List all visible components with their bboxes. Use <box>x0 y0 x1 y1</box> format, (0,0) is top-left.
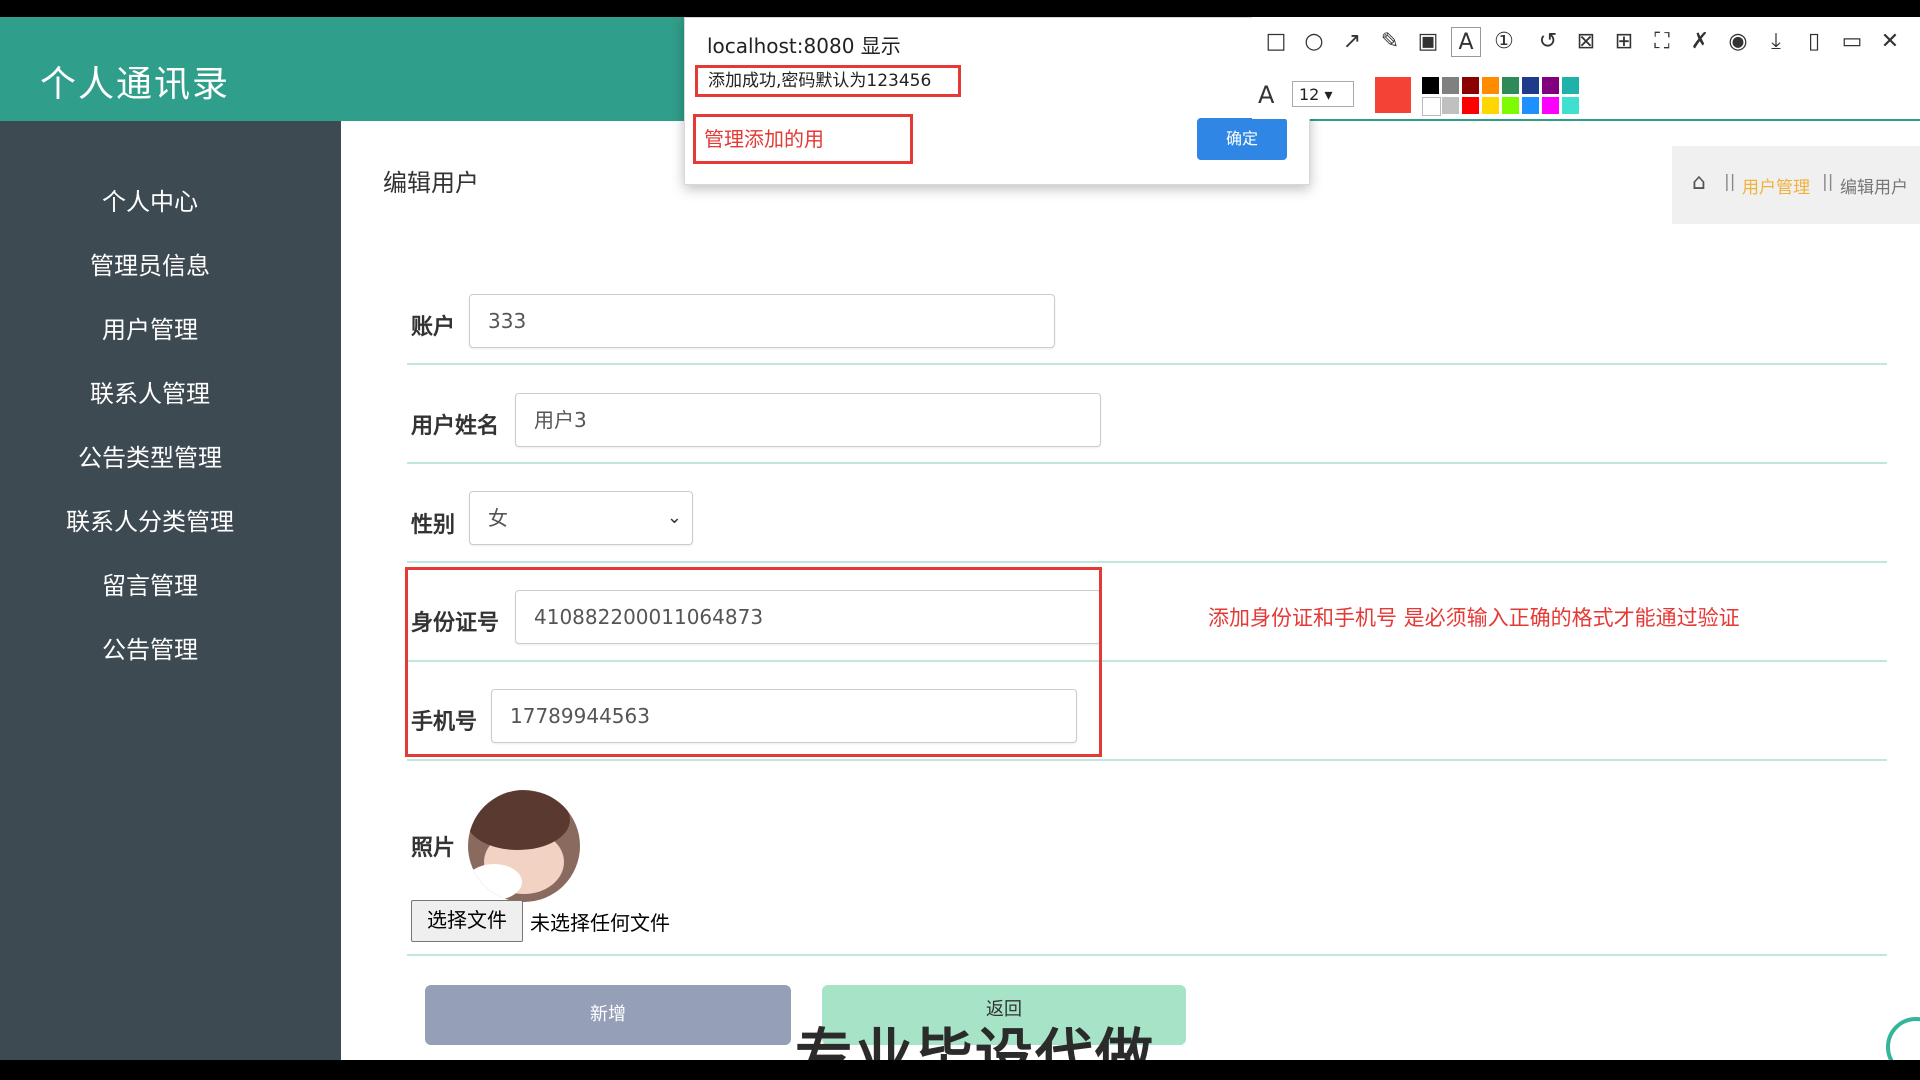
dialog-title: localhost:8080 显示 <box>707 34 901 58</box>
breadcrumb: ⌂ || 用户管理 || 编辑用户 <box>1672 146 1920 224</box>
mosaic-icon[interactable]: ▣ <box>1413 27 1443 57</box>
color-swatch[interactable] <box>1542 97 1559 114</box>
font-size-value: 12 <box>1299 85 1320 104</box>
number-icon[interactable]: ① <box>1489 27 1519 57</box>
color-swatch[interactable] <box>1522 97 1539 114</box>
breadcrumb-separator: || <box>1822 172 1834 192</box>
dialog-message: 添加成功,密码默认为123456 <box>695 65 961 97</box>
color-swatch[interactable] <box>1422 97 1441 116</box>
breadcrumb-separator: || <box>1724 172 1736 192</box>
arrow-icon[interactable]: ↗ <box>1337 27 1367 57</box>
color-swatch[interactable] <box>1542 77 1559 94</box>
color-swatch[interactable] <box>1422 77 1439 94</box>
home-icon[interactable]: ⌂ <box>1692 170 1706 195</box>
rect-icon[interactable]: □ <box>1261 27 1291 57</box>
user-name-label: 用户姓名 <box>411 414 500 439</box>
page-title: 编辑用户 <box>383 169 479 197</box>
dialog-ok-button[interactable]: 确定 <box>1197 118 1287 160</box>
translate-icon[interactable]: ⊞ <box>1609 27 1639 57</box>
breadcrumb-current: 编辑用户 <box>1840 178 1908 198</box>
undo-icon[interactable]: ↺ <box>1533 27 1563 57</box>
pin-icon[interactable]: ✗ <box>1685 27 1715 57</box>
text-icon[interactable]: A <box>1451 27 1481 57</box>
color-swatch[interactable] <box>1462 97 1479 114</box>
sidebar-item-contact-category-management[interactable]: 联系人分类管理 <box>0 502 300 537</box>
sidebar-item-notice-management[interactable]: 公告管理 <box>0 630 300 665</box>
user-photo <box>468 790 580 902</box>
color-swatch[interactable] <box>1562 97 1579 114</box>
file-status-text: 未选择任何文件 <box>530 911 670 935</box>
alert-dialog: localhost:8080 显示 添加成功,密码默认为123456 管理添加的… <box>684 17 1310 185</box>
row-divider <box>407 462 1887 464</box>
sidebar-item-user-management[interactable]: 用户管理 <box>0 310 300 345</box>
record-icon[interactable]: ◉ <box>1723 27 1753 57</box>
choose-file-button[interactable]: 选择文件 <box>411 900 523 942</box>
fullscreen-icon[interactable]: ⛶ <box>1647 27 1677 57</box>
app-title: 个人通讯录 <box>40 64 231 105</box>
color-swatch[interactable] <box>1442 77 1459 94</box>
font-size-select[interactable]: 12 ▾ <box>1292 81 1354 107</box>
copy-icon[interactable]: ▯ <box>1799 27 1829 57</box>
annotation-text-box[interactable]: 管理添加的用 <box>693 114 913 164</box>
annotation-highlight-box <box>405 567 1102 757</box>
account-input[interactable]: 333 <box>469 294 1055 348</box>
color-swatch[interactable] <box>1522 77 1539 94</box>
font-icon: A <box>1258 81 1275 109</box>
color-swatch[interactable] <box>1502 77 1519 94</box>
color-swatch[interactable] <box>1462 77 1479 94</box>
download-icon[interactable]: ⤓ <box>1761 27 1791 57</box>
row-divider <box>407 954 1887 956</box>
submit-add-button[interactable]: 新增 <box>425 985 791 1045</box>
watermark-text: 专业毕设代做 <box>795 1022 1156 1060</box>
bookmark-icon[interactable]: ▭ <box>1837 27 1867 57</box>
account-label: 账户 <box>411 315 456 340</box>
screenshot-toolbar: □ ○ ↗ ✎ ▣ A ① ↺ ⊠ ⊞ ⛶ ✗ ◉ ⤓ ▯ ▭ ✕ A 12 ▾ <box>1252 17 1920 119</box>
app-frame: 个人通讯录 ✕ ☺ 个人中心 管理员信息 用户管理 联系人管理 公告类型管理 联… <box>0 17 1920 1060</box>
photo-label: 照片 <box>411 836 456 861</box>
row-divider <box>407 561 1887 563</box>
gender-label: 性别 <box>411 513 456 538</box>
current-color-swatch[interactable] <box>1375 77 1411 113</box>
color-swatch[interactable] <box>1442 97 1459 114</box>
color-swatch[interactable] <box>1502 97 1519 114</box>
row-divider <box>407 759 1887 761</box>
user-name-input[interactable]: 用户3 <box>515 393 1101 447</box>
crop-icon[interactable]: ⊠ <box>1571 27 1601 57</box>
sidebar-item-contact-management[interactable]: 联系人管理 <box>0 374 300 409</box>
color-swatch[interactable] <box>1482 97 1499 114</box>
row-divider <box>407 363 1887 365</box>
sidebar-item-message-management[interactable]: 留言管理 <box>0 566 300 601</box>
annotation-note: 添加身份证和手机号 是必须输入正确的格式才能通过验证 <box>1208 606 1740 630</box>
chevron-down-icon: ⌄ <box>666 507 682 528</box>
sidebar-item-notice-type-management[interactable]: 公告类型管理 <box>0 438 300 473</box>
close-icon[interactable]: ✕ <box>1875 27 1905 57</box>
pencil-icon[interactable]: ✎ <box>1375 27 1405 57</box>
sidebar-item-personal-center[interactable]: 个人中心 <box>0 182 300 217</box>
sidebar: 个人中心 管理员信息 用户管理 联系人管理 公告类型管理 联系人分类管理 留言管… <box>0 121 341 1060</box>
color-swatch[interactable] <box>1482 77 1499 94</box>
circle-icon[interactable]: ○ <box>1299 27 1329 57</box>
color-swatch[interactable] <box>1562 77 1579 94</box>
breadcrumb-link-user-management[interactable]: 用户管理 <box>1742 173 1810 198</box>
gender-selected-value: 女 <box>488 506 508 530</box>
sidebar-item-admin-info[interactable]: 管理员信息 <box>0 246 300 281</box>
gender-select[interactable]: 女 ⌄ <box>469 491 693 545</box>
scroll-top-icon[interactable] <box>1886 1017 1920 1060</box>
